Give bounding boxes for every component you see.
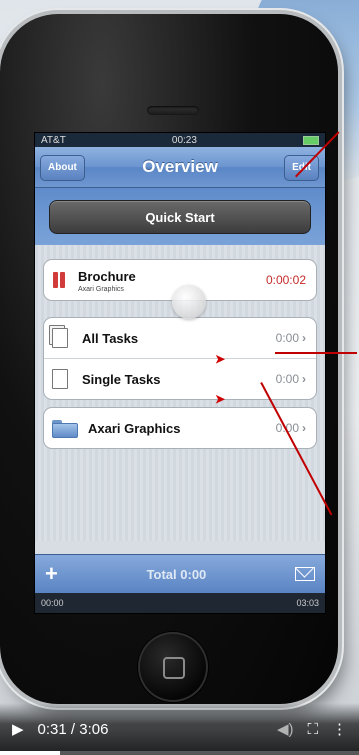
play-icon[interactable]: ▶ — [12, 720, 24, 738]
pause-icon[interactable] — [52, 272, 66, 288]
status-bar: AT&T 00:23 — [35, 133, 325, 147]
annotation-arrow-icon: ➤ — [215, 352, 226, 366]
chevron-right-icon: › — [302, 331, 306, 345]
more-options-icon[interactable]: ⋮ — [332, 720, 347, 738]
home-button[interactable] — [138, 632, 208, 702]
home-square-icon — [163, 657, 185, 679]
page-title: Overview — [142, 157, 218, 176]
video-time: 0:31 / 3:06 — [37, 720, 109, 738]
project-label: Axari Graphics — [88, 420, 181, 436]
chevron-right-icon: › — [302, 421, 306, 435]
all-tasks-label: All Tasks — [82, 330, 139, 346]
callout-line — [275, 352, 357, 354]
folder-icon — [52, 420, 78, 438]
bottom-toolbar: + Total 0:00 — [35, 554, 325, 593]
earpiece — [147, 106, 199, 115]
annotation-arrow-icon: ➤ — [215, 392, 226, 406]
all-tasks-time: 0:00 › — [275, 331, 306, 345]
mail-icon[interactable] — [294, 567, 315, 581]
video-progress-bar[interactable] — [0, 751, 359, 755]
document-icon — [52, 369, 68, 389]
task-filters-group: All Tasks 0:00 › Single Tasks 0:00 › — [43, 317, 317, 400]
add-button[interactable]: + — [45, 563, 58, 585]
list-item-project[interactable]: Axari Graphics 0:00 › — [44, 408, 316, 448]
fullscreen-icon[interactable]: ⛶ — [307, 721, 318, 738]
active-task-timer: 0:00:02 — [265, 273, 306, 287]
total-time-label: Total 0:00 — [146, 566, 207, 582]
single-tasks-time: 0:00 › — [275, 372, 306, 386]
player-left-time: 00:00 — [41, 598, 64, 608]
active-task-name: Brochure — [78, 268, 136, 284]
navigation-bar: About Overview Edit — [35, 147, 325, 188]
iphone-device: AT&T 00:23 About Overview Edit Quick Sta… — [0, 14, 338, 704]
touch-indicator — [172, 285, 206, 319]
about-button[interactable]: About — [40, 155, 85, 181]
list-item-single-tasks[interactable]: Single Tasks 0:00 › — [44, 359, 316, 399]
video-controls: ▶ 0:31 / 3:06 ◀) ⛶ ⋮ — [0, 703, 359, 755]
video-frame: AT&T 00:23 About Overview Edit Quick Sta… — [0, 0, 359, 755]
active-task-client: Axari Graphics — [78, 285, 124, 293]
battery-icon — [302, 135, 319, 145]
projects-group: Axari Graphics 0:00 › — [43, 407, 317, 449]
single-tasks-label: Single Tasks — [82, 371, 161, 387]
chevron-right-icon: › — [302, 372, 306, 386]
player-right-time: 03:03 — [296, 598, 319, 608]
carrier-label: AT&T — [41, 134, 66, 146]
volume-icon[interactable]: ◀) — [277, 720, 294, 738]
clock-label: 00:23 — [171, 134, 197, 146]
quick-start-button[interactable]: Quick Start — [49, 200, 311, 234]
project-time: 0:00 › — [275, 421, 306, 435]
video-progress-fill — [0, 751, 61, 755]
media-player-bar: 00:00 03:03 — [35, 593, 325, 613]
quick-start-area: Quick Start — [35, 188, 325, 247]
app-screen: AT&T 00:23 About Overview Edit Quick Sta… — [34, 132, 326, 614]
stacked-documents-icon — [49, 325, 68, 348]
